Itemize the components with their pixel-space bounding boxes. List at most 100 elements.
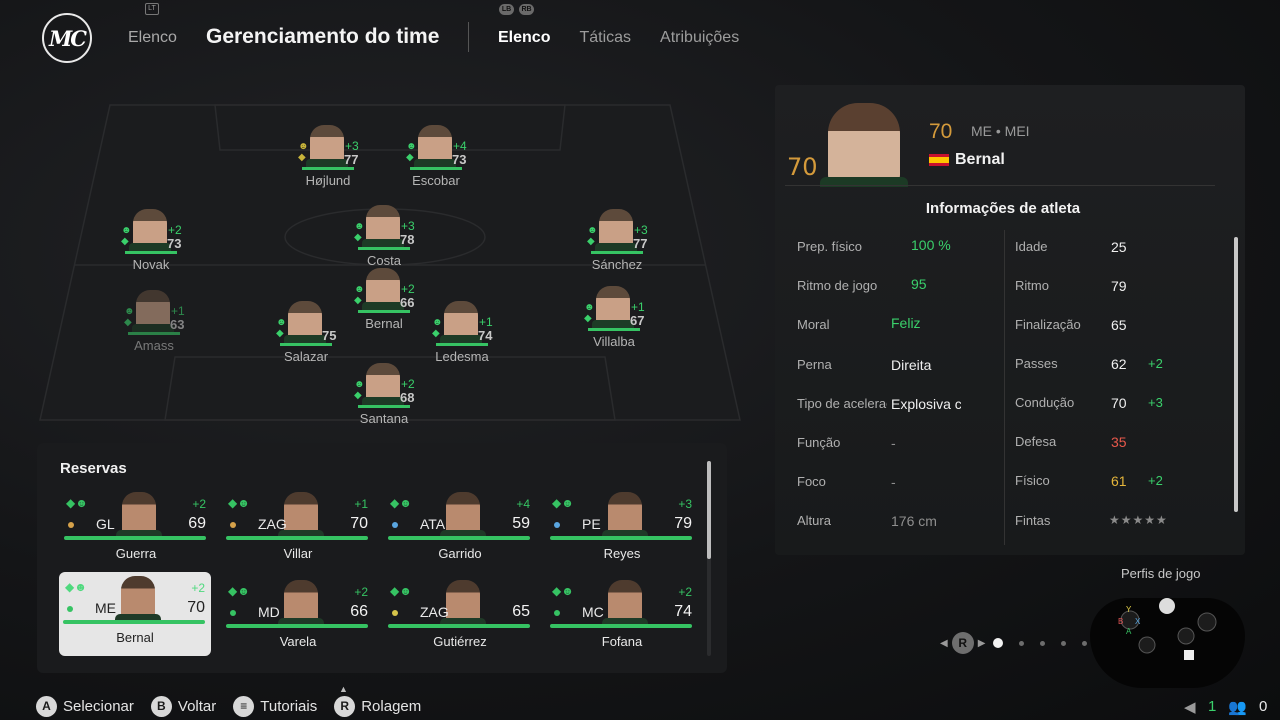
stat-value: Explosiva c — [891, 396, 961, 412]
stat-label: Defesa — [1015, 434, 1057, 449]
player-name: Salazar — [283, 349, 329, 364]
hint-tutoriais[interactable]: Tutoriais — [260, 698, 317, 715]
page-indicator[interactable]: ◀ R ▶ — [940, 632, 1088, 654]
fitness-bar — [550, 536, 692, 540]
scrollbar-thumb[interactable] — [707, 461, 711, 559]
stat-label: Ritmo — [1015, 278, 1049, 293]
hint-voltar[interactable]: Voltar — [178, 698, 216, 715]
overall-rating: 74 — [674, 603, 692, 620]
overall-rating: 66 — [350, 603, 368, 620]
r-stick-button[interactable]: R — [951, 632, 974, 654]
growth-delta: +2 — [401, 282, 415, 296]
page-dot-5[interactable] — [1082, 640, 1088, 646]
pitch-player-novak[interactable]: ☻ ◆ +2 73 Novak — [111, 209, 191, 289]
pitch-player-ledesma[interactable]: ☻ ◆ +1 74 Ledesma — [422, 301, 502, 381]
spain-flag-icon — [929, 154, 949, 166]
chevron-right-icon: ▶ — [977, 637, 986, 649]
info-scrollbar[interactable] — [1234, 237, 1238, 512]
stat-delta: +2 — [1148, 356, 1163, 371]
growth-delta: +1 — [479, 315, 493, 329]
player-shirt — [592, 320, 634, 328]
reserve-card-bernal-selected[interactable]: ◆☻ +2 ME 70 Bernal — [59, 572, 211, 656]
reserve-card-varela[interactable]: ◆☻ +2 MD 66 Varela — [222, 576, 374, 660]
player-name: Gutiérrez — [433, 634, 487, 649]
overall-rating: 63 — [170, 317, 185, 332]
stat-value: Feliz — [891, 315, 921, 331]
stat-value: 35 — [1111, 434, 1127, 450]
overall-rating: 70 — [350, 515, 368, 532]
reserve-card-fofana[interactable]: ◆☻ +2 MC 74 Fofana — [546, 576, 698, 660]
fitness-bar — [358, 247, 410, 250]
caret-up-icon: ▲ — [339, 684, 348, 694]
player-name: Fofana — [601, 634, 643, 649]
reserve-card-reyes[interactable]: ◆☻ +3 PE 79 Reyes — [546, 488, 698, 572]
pitch-player-salazar[interactable]: ☻ ◆ 75 Salazar — [266, 301, 346, 381]
overall-rating: 79 — [674, 515, 692, 532]
page-dot-2[interactable] — [1019, 640, 1025, 646]
info-title: Informações de atleta — [925, 200, 1081, 217]
fitness-bar — [358, 310, 410, 313]
header-divider — [785, 185, 1215, 186]
tab-atribuicoes[interactable]: Atribuições — [660, 29, 739, 47]
header-divider — [468, 22, 469, 52]
growth-delta: +3 — [678, 497, 692, 511]
reserves-scrollbar[interactable] — [707, 461, 711, 656]
stat-label: Prep. físico — [797, 239, 863, 254]
hint-rolagem[interactable]: Rolagem — [361, 698, 421, 715]
svg-text:X: X — [1135, 617, 1141, 626]
stat-label: Tipo de aceleração — [797, 396, 887, 411]
athlete-positions: ME • MEI — [971, 123, 1030, 139]
pitch-player-bernal[interactable]: ☻ ◆ +2 66 Bernal — [344, 268, 424, 348]
a-button-icon[interactable]: A — [36, 696, 57, 717]
reserve-card-guerra[interactable]: ◆☻ +2 GL 69 Guerra — [60, 488, 212, 572]
stat-value: - — [891, 435, 896, 451]
overall-rating: 73 — [452, 152, 467, 167]
pitch-player-sanchez[interactable]: ☻ ◆ +3 77 Sánchez — [577, 209, 657, 289]
reserves-panel: Reservas ◆☻ +2 GL 69 Guerra ◆☻ +1 ZAG 70… — [37, 443, 727, 673]
page-dot-1[interactable] — [993, 638, 1004, 648]
breadcrumb[interactable]: Elenco — [128, 29, 177, 47]
tab-elenco[interactable]: Elenco — [498, 29, 550, 47]
player-name: Højlund — [305, 173, 351, 188]
perfis-de-jogo-link[interactable]: Perfis de jogo — [1121, 566, 1201, 581]
hint-selecionar[interactable]: Selecionar — [63, 698, 134, 715]
player-name: Novak — [132, 257, 170, 272]
player-shirt — [595, 243, 637, 251]
fitness-bar — [63, 620, 205, 624]
page-dot-3[interactable] — [1040, 640, 1046, 646]
flag-status-icon: ◀ — [1184, 699, 1196, 716]
page-dot-4[interactable] — [1061, 640, 1067, 646]
reserve-card-garrido[interactable]: ◆☻ +4 ATA 59 Garrido — [384, 488, 536, 572]
reserve-card-villar[interactable]: ◆☻ +1 ZAG 70 Villar — [222, 488, 374, 572]
position-label: ME — [95, 600, 116, 616]
overall-rating: 67 — [630, 313, 645, 328]
position-label: MD — [258, 604, 280, 620]
stat-label: Finalização — [1015, 317, 1081, 332]
pitch-player-hojlund[interactable]: ☻ ◆ +3 77 Højlund — [288, 125, 368, 205]
pitch: ☻ ◆ +3 77 Højlund ☻ ◆ +4 73 Escobar ☻ ◆ +2 … — [35, 95, 745, 426]
reserve-card-gutierrez[interactable]: ◆☻ ZAG 65 Gutiérrez — [384, 576, 536, 660]
overall-rating: 75 — [322, 328, 337, 343]
fitness-bar — [302, 167, 354, 170]
fitness-bar — [280, 343, 332, 346]
morale-icon: ◆☻ — [552, 584, 574, 598]
top-bar: MC LT Elenco Gerenciamento do time LB RB… — [0, 0, 1280, 80]
player-shirt — [362, 302, 404, 310]
menu-button-icon[interactable]: ≡ — [233, 696, 255, 717]
column-divider — [1004, 230, 1005, 545]
pitch-player-amass[interactable]: ☻ ◆ +1 63 Amass — [114, 290, 194, 370]
player-name: Villalba — [593, 334, 635, 349]
pitch-player-santana[interactable]: ☻ ◆ +2 68 Santana — [344, 363, 424, 443]
growth-delta: +3 — [401, 219, 415, 233]
position-label: GL — [96, 516, 115, 532]
b-button-icon[interactable]: B — [150, 696, 172, 717]
stat-label: Fintas — [1015, 513, 1051, 528]
athlete-portrait — [828, 103, 900, 185]
player-name: Bernal — [116, 630, 154, 645]
pitch-player-villalba[interactable]: ☻ ◆ +1 67 Villalba — [574, 286, 654, 366]
tab-taticas[interactable]: Táticas — [579, 29, 631, 47]
player-name: Bernal — [365, 316, 403, 331]
stat-value: 176 cm — [891, 513, 937, 529]
pitch-player-escobar[interactable]: ☻ ◆ +4 73 Escobar — [396, 125, 476, 205]
r-stick-icon[interactable]: R — [334, 696, 356, 717]
